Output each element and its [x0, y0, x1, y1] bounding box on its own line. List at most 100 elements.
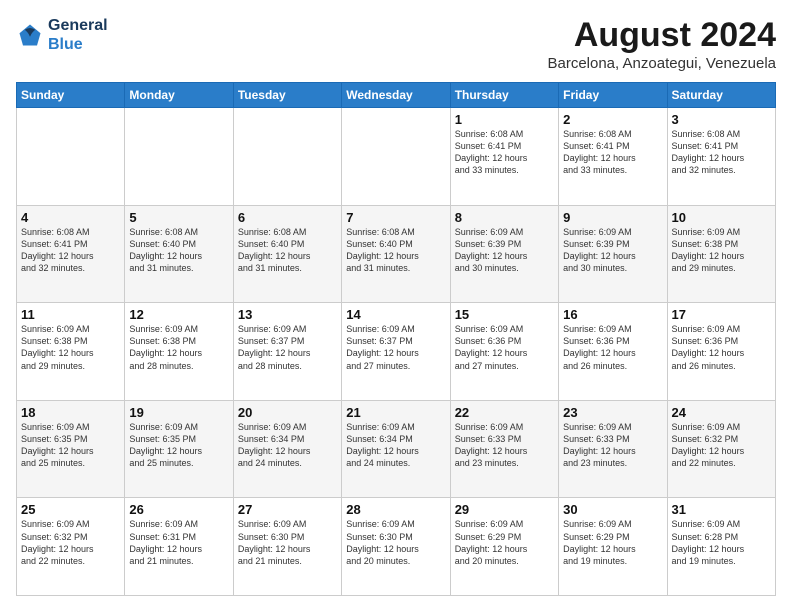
calendar-cell: 15Sunrise: 6:09 AM Sunset: 6:36 PM Dayli…	[450, 303, 558, 401]
day-header-monday: Monday	[125, 83, 233, 108]
day-info: Sunrise: 6:08 AM Sunset: 6:40 PM Dayligh…	[129, 226, 228, 275]
day-number: 29	[455, 502, 554, 517]
day-number: 3	[672, 112, 771, 127]
day-number: 26	[129, 502, 228, 517]
calendar-table: SundayMondayTuesdayWednesdayThursdayFrid…	[16, 82, 776, 596]
day-header-wednesday: Wednesday	[342, 83, 450, 108]
calendar-cell: 21Sunrise: 6:09 AM Sunset: 6:34 PM Dayli…	[342, 400, 450, 498]
day-number: 18	[21, 405, 120, 420]
day-number: 16	[563, 307, 662, 322]
calendar-cell: 30Sunrise: 6:09 AM Sunset: 6:29 PM Dayli…	[559, 498, 667, 596]
day-number: 1	[455, 112, 554, 127]
calendar-cell	[17, 108, 125, 206]
day-header-saturday: Saturday	[667, 83, 775, 108]
day-info: Sunrise: 6:08 AM Sunset: 6:40 PM Dayligh…	[346, 226, 445, 275]
calendar-cell: 1Sunrise: 6:08 AM Sunset: 6:41 PM Daylig…	[450, 108, 558, 206]
day-number: 28	[346, 502, 445, 517]
calendar-cell: 27Sunrise: 6:09 AM Sunset: 6:30 PM Dayli…	[233, 498, 341, 596]
day-header-friday: Friday	[559, 83, 667, 108]
calendar-cell	[342, 108, 450, 206]
calendar-cell: 7Sunrise: 6:08 AM Sunset: 6:40 PM Daylig…	[342, 205, 450, 303]
day-info: Sunrise: 6:09 AM Sunset: 6:35 PM Dayligh…	[129, 421, 228, 470]
header: General Blue August 2024 Barcelona, Anzo…	[16, 16, 776, 72]
day-number: 20	[238, 405, 337, 420]
logo-line1: General	[48, 16, 108, 35]
day-number: 22	[455, 405, 554, 420]
main-title: August 2024	[547, 16, 776, 55]
day-info: Sunrise: 6:09 AM Sunset: 6:35 PM Dayligh…	[21, 421, 120, 470]
day-number: 13	[238, 307, 337, 322]
day-number: 15	[455, 307, 554, 322]
day-number: 27	[238, 502, 337, 517]
day-info: Sunrise: 6:09 AM Sunset: 6:36 PM Dayligh…	[672, 323, 771, 372]
day-number: 4	[21, 210, 120, 225]
day-number: 12	[129, 307, 228, 322]
day-info: Sunrise: 6:09 AM Sunset: 6:29 PM Dayligh…	[563, 518, 662, 567]
day-info: Sunrise: 6:09 AM Sunset: 6:33 PM Dayligh…	[563, 421, 662, 470]
calendar-cell: 10Sunrise: 6:09 AM Sunset: 6:38 PM Dayli…	[667, 205, 775, 303]
calendar-cell: 11Sunrise: 6:09 AM Sunset: 6:38 PM Dayli…	[17, 303, 125, 401]
day-number: 10	[672, 210, 771, 225]
day-number: 11	[21, 307, 120, 322]
day-header-sunday: Sunday	[17, 83, 125, 108]
day-info: Sunrise: 6:08 AM Sunset: 6:41 PM Dayligh…	[672, 128, 771, 177]
calendar-week-4: 18Sunrise: 6:09 AM Sunset: 6:35 PM Dayli…	[17, 400, 776, 498]
day-info: Sunrise: 6:09 AM Sunset: 6:33 PM Dayligh…	[455, 421, 554, 470]
day-number: 14	[346, 307, 445, 322]
day-info: Sunrise: 6:08 AM Sunset: 6:41 PM Dayligh…	[21, 226, 120, 275]
day-header-thursday: Thursday	[450, 83, 558, 108]
calendar-body: 1Sunrise: 6:08 AM Sunset: 6:41 PM Daylig…	[17, 108, 776, 596]
logo-line2: Blue	[48, 36, 83, 53]
calendar-header-row: SundayMondayTuesdayWednesdayThursdayFrid…	[17, 83, 776, 108]
calendar-cell: 5Sunrise: 6:08 AM Sunset: 6:40 PM Daylig…	[125, 205, 233, 303]
title-block: August 2024 Barcelona, Anzoategui, Venez…	[547, 16, 776, 72]
day-info: Sunrise: 6:09 AM Sunset: 6:37 PM Dayligh…	[346, 323, 445, 372]
day-number: 19	[129, 405, 228, 420]
day-number: 30	[563, 502, 662, 517]
day-info: Sunrise: 6:08 AM Sunset: 6:41 PM Dayligh…	[563, 128, 662, 177]
day-number: 6	[238, 210, 337, 225]
day-info: Sunrise: 6:09 AM Sunset: 6:31 PM Dayligh…	[129, 518, 228, 567]
day-number: 17	[672, 307, 771, 322]
day-info: Sunrise: 6:09 AM Sunset: 6:30 PM Dayligh…	[238, 518, 337, 567]
calendar-cell: 16Sunrise: 6:09 AM Sunset: 6:36 PM Dayli…	[559, 303, 667, 401]
day-number: 25	[21, 502, 120, 517]
day-info: Sunrise: 6:09 AM Sunset: 6:36 PM Dayligh…	[563, 323, 662, 372]
logo-text: General Blue	[48, 16, 108, 54]
day-info: Sunrise: 6:08 AM Sunset: 6:41 PM Dayligh…	[455, 128, 554, 177]
calendar-cell	[125, 108, 233, 206]
calendar-cell: 26Sunrise: 6:09 AM Sunset: 6:31 PM Dayli…	[125, 498, 233, 596]
calendar-cell: 23Sunrise: 6:09 AM Sunset: 6:33 PM Dayli…	[559, 400, 667, 498]
calendar-cell: 17Sunrise: 6:09 AM Sunset: 6:36 PM Dayli…	[667, 303, 775, 401]
day-info: Sunrise: 6:09 AM Sunset: 6:29 PM Dayligh…	[455, 518, 554, 567]
day-number: 23	[563, 405, 662, 420]
calendar-cell: 29Sunrise: 6:09 AM Sunset: 6:29 PM Dayli…	[450, 498, 558, 596]
day-info: Sunrise: 6:09 AM Sunset: 6:30 PM Dayligh…	[346, 518, 445, 567]
calendar-cell	[233, 108, 341, 206]
calendar-cell: 22Sunrise: 6:09 AM Sunset: 6:33 PM Dayli…	[450, 400, 558, 498]
calendar-cell: 19Sunrise: 6:09 AM Sunset: 6:35 PM Dayli…	[125, 400, 233, 498]
day-info: Sunrise: 6:09 AM Sunset: 6:38 PM Dayligh…	[129, 323, 228, 372]
calendar-week-5: 25Sunrise: 6:09 AM Sunset: 6:32 PM Dayli…	[17, 498, 776, 596]
calendar-cell: 8Sunrise: 6:09 AM Sunset: 6:39 PM Daylig…	[450, 205, 558, 303]
day-header-tuesday: Tuesday	[233, 83, 341, 108]
calendar-cell: 4Sunrise: 6:08 AM Sunset: 6:41 PM Daylig…	[17, 205, 125, 303]
calendar-week-1: 1Sunrise: 6:08 AM Sunset: 6:41 PM Daylig…	[17, 108, 776, 206]
day-info: Sunrise: 6:09 AM Sunset: 6:38 PM Dayligh…	[672, 226, 771, 275]
day-info: Sunrise: 6:09 AM Sunset: 6:36 PM Dayligh…	[455, 323, 554, 372]
day-number: 7	[346, 210, 445, 225]
logo: General Blue	[16, 16, 108, 54]
calendar-cell: 24Sunrise: 6:09 AM Sunset: 6:32 PM Dayli…	[667, 400, 775, 498]
calendar-cell: 14Sunrise: 6:09 AM Sunset: 6:37 PM Dayli…	[342, 303, 450, 401]
calendar-cell: 6Sunrise: 6:08 AM Sunset: 6:40 PM Daylig…	[233, 205, 341, 303]
day-info: Sunrise: 6:09 AM Sunset: 6:39 PM Dayligh…	[455, 226, 554, 275]
day-number: 31	[672, 502, 771, 517]
calendar-week-3: 11Sunrise: 6:09 AM Sunset: 6:38 PM Dayli…	[17, 303, 776, 401]
day-number: 24	[672, 405, 771, 420]
day-info: Sunrise: 6:08 AM Sunset: 6:40 PM Dayligh…	[238, 226, 337, 275]
day-info: Sunrise: 6:09 AM Sunset: 6:38 PM Dayligh…	[21, 323, 120, 372]
day-info: Sunrise: 6:09 AM Sunset: 6:28 PM Dayligh…	[672, 518, 771, 567]
day-info: Sunrise: 6:09 AM Sunset: 6:34 PM Dayligh…	[238, 421, 337, 470]
subtitle: Barcelona, Anzoategui, Venezuela	[547, 55, 776, 72]
calendar-cell: 20Sunrise: 6:09 AM Sunset: 6:34 PM Dayli…	[233, 400, 341, 498]
